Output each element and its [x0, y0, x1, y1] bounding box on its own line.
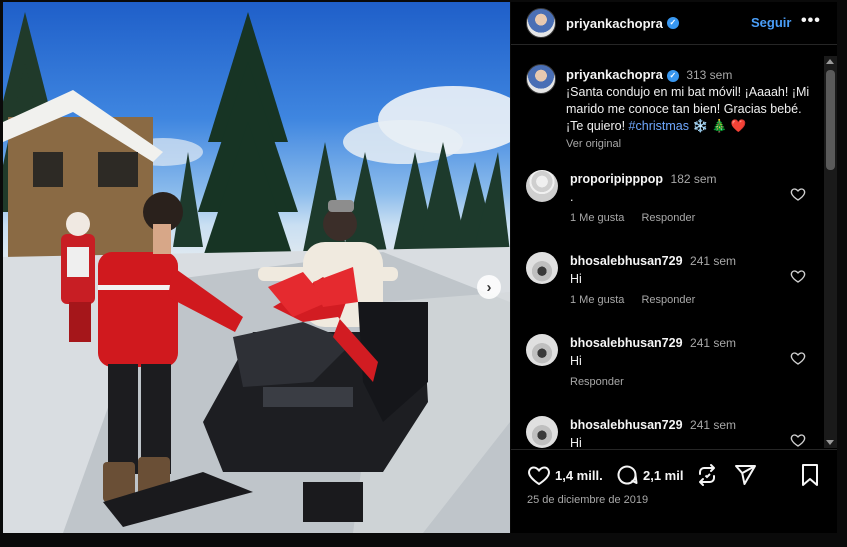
- see-original-link[interactable]: Ver original: [566, 136, 816, 153]
- comment-likes[interactable]: 1 Me gusta: [570, 294, 624, 306]
- comment-heart-icon[interactable]: [790, 350, 806, 366]
- reply-button[interactable]: Responder: [641, 212, 695, 224]
- caption-emojis: ❄️ 🎄 ❤️: [692, 119, 747, 133]
- like-button[interactable]: 1,4 mill.: [527, 463, 603, 487]
- comment-username[interactable]: bhosalebhusan729: [570, 254, 683, 268]
- reply-button[interactable]: Responder: [641, 294, 695, 306]
- comments-scrollbar[interactable]: [824, 56, 837, 448]
- next-photo-button[interactable]: ›: [477, 275, 501, 299]
- like-count: 1,4 mill.: [555, 467, 603, 483]
- share-icon: [735, 465, 756, 485]
- hashtag-link[interactable]: #christmas: [629, 119, 689, 133]
- comment-item: bhosalebhusan729 241 sem Hi 1 Me gusta R…: [526, 252, 821, 332]
- comment-username[interactable]: bhosalebhusan729: [570, 418, 683, 432]
- commenter-avatar[interactable]: [526, 334, 558, 366]
- next-arrow-icon: ›: [486, 278, 492, 296]
- comment-item: bhosalebhusan729 241 sem Hi: [526, 416, 821, 449]
- comment-icon: [617, 465, 638, 485]
- comment-header: bhosalebhusan729 241 sem: [570, 336, 736, 350]
- comment-meta: Responder: [570, 376, 638, 388]
- scrollbar-thumb[interactable]: [826, 70, 835, 170]
- comment-text: Hi: [570, 272, 582, 286]
- post-date[interactable]: 25 de diciembre de 2019: [527, 494, 648, 506]
- repost-icon: [699, 464, 715, 486]
- scroll-down-icon[interactable]: [826, 440, 834, 445]
- commenter-avatar[interactable]: [526, 252, 558, 284]
- author-username[interactable]: priyankachopra: [566, 16, 663, 31]
- comment-text: Hi: [570, 436, 582, 449]
- verified-badge-icon: ✓: [666, 70, 679, 82]
- comment-time: 241 sem: [690, 336, 737, 350]
- comment-heart-icon[interactable]: [790, 432, 806, 448]
- reply-button[interactable]: Responder: [570, 376, 624, 388]
- commenter-avatar[interactable]: [526, 416, 558, 448]
- comment-text: .: [570, 190, 574, 204]
- caption-username[interactable]: priyankachopra: [566, 67, 663, 82]
- comment-item: proporipipppop 182 sem . 1 Me gusta Resp…: [526, 170, 821, 250]
- comment-header: bhosalebhusan729 241 sem: [570, 254, 736, 268]
- instagram-post-window: › priyankachopra ✓ Seguir ••• priyankach…: [0, 0, 847, 547]
- comment-time: 241 sem: [690, 254, 737, 268]
- comment-likes[interactable]: 1 Me gusta: [570, 212, 624, 224]
- comment-text: Hi: [570, 354, 582, 368]
- comments-list: priyankachopra ✓ 313 sem ¡Santa condujo e…: [511, 46, 823, 449]
- scroll-up-icon[interactable]: [826, 59, 834, 64]
- comment-time: 241 sem: [690, 418, 737, 432]
- caption-avatar[interactable]: [526, 64, 556, 94]
- caption-time: 313 sem: [686, 68, 733, 82]
- caption-body: priyankachopra ✓ 313 sem ¡Santa condujo e…: [566, 66, 816, 153]
- comment-header: bhosalebhusan729 241 sem: [570, 418, 736, 432]
- post-photo[interactable]: ›: [3, 2, 510, 533]
- share-button[interactable]: [733, 463, 757, 487]
- author-avatar[interactable]: [526, 8, 556, 38]
- post-actions-bar: 1,4 mill. 2,1 mil 25 de diciembre de 201…: [511, 449, 837, 533]
- save-button[interactable]: [799, 463, 821, 487]
- comment-meta: 1 Me gusta Responder: [570, 212, 709, 224]
- comment-meta: 1 Me gusta Responder: [570, 294, 709, 306]
- repost-button[interactable]: [695, 463, 719, 487]
- comment-header: proporipipppop 182 sem: [570, 172, 717, 186]
- comment-time: 182 sem: [670, 172, 717, 186]
- comment-count: 2,1 mil: [643, 467, 684, 483]
- heart-icon: [528, 466, 550, 486]
- verified-badge-icon: ✓: [666, 17, 679, 29]
- comment-username[interactable]: proporipipppop: [570, 172, 663, 186]
- comment-button[interactable]: 2,1 mil: [615, 463, 683, 487]
- bookmark-icon: [802, 464, 818, 486]
- comment-item: bhosalebhusan729 241 sem Hi Responder: [526, 334, 821, 414]
- post-details-panel: priyankachopra ✓ Seguir ••• priyankachop…: [511, 2, 837, 533]
- comment-username[interactable]: bhosalebhusan729: [570, 336, 683, 350]
- comment-heart-icon[interactable]: [790, 268, 806, 284]
- comment-heart-icon[interactable]: [790, 186, 806, 202]
- post-header: priyankachopra ✓ Seguir •••: [511, 2, 837, 45]
- follow-button[interactable]: Seguir: [751, 15, 791, 30]
- photo-illustration: [3, 12, 510, 533]
- commenter-avatar[interactable]: [526, 170, 558, 202]
- more-options-icon[interactable]: •••: [801, 12, 821, 30]
